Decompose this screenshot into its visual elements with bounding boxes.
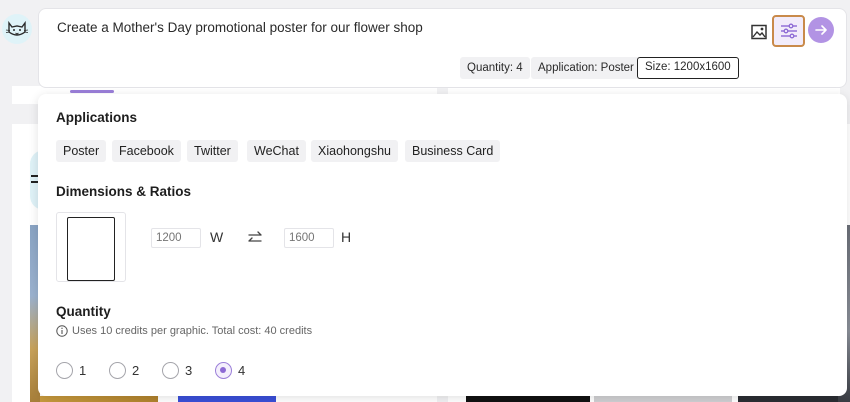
- width-label: W: [210, 229, 224, 245]
- quantity-chip[interactable]: Quantity: 4: [460, 57, 530, 79]
- image-icon[interactable]: [749, 22, 769, 42]
- quantity-radio-2[interactable]: 2: [109, 362, 139, 379]
- size-chip[interactable]: Size: 1200x1600: [637, 57, 739, 79]
- radio-button-selected[interactable]: [215, 362, 232, 379]
- application-option-xiaohongshu[interactable]: Xiaohongshu: [311, 140, 398, 162]
- ratio-preview[interactable]: [56, 212, 126, 282]
- quantity-radio-3[interactable]: 3: [162, 362, 192, 379]
- quantity-info-text: Uses 10 credits per graphic. Total cost:…: [72, 325, 313, 337]
- prompt-input[interactable]: Create a Mother's Day promotional poster…: [57, 20, 423, 35]
- radio-label: 1: [79, 363, 87, 378]
- application-option-twitter[interactable]: Twitter: [187, 140, 238, 162]
- quantity-radio-1[interactable]: 1: [56, 362, 86, 379]
- gallery-thumb[interactable]: [594, 396, 732, 402]
- radio-button[interactable]: [109, 362, 126, 379]
- active-tab-indicator: [70, 90, 114, 93]
- quantity-info: Uses 10 credits per graphic. Total cost:…: [56, 325, 312, 337]
- applications-title: Applications: [56, 110, 138, 125]
- gallery-thumb[interactable]: [738, 396, 838, 402]
- prompt-box[interactable]: Create a Mother's Day promotional poster…: [38, 8, 847, 88]
- settings-panel: Applications Poster Facebook Twitter WeC…: [38, 94, 847, 396]
- application-option-poster[interactable]: Poster: [56, 140, 107, 162]
- radio-label: 4: [238, 363, 246, 378]
- width-input[interactable]: [151, 228, 201, 248]
- quantity-title: Quantity: [56, 304, 111, 319]
- gallery-thumb[interactable]: [466, 396, 590, 402]
- dimensions-title: Dimensions & Ratios: [56, 184, 192, 199]
- quantity-radio-4[interactable]: 4: [215, 362, 245, 379]
- application-option-facebook[interactable]: Facebook: [112, 140, 181, 162]
- sliders-icon[interactable]: [772, 15, 805, 47]
- application-chip[interactable]: Application: Poster: [531, 57, 641, 79]
- cat-logo-icon: [2, 14, 32, 44]
- radio-button[interactable]: [56, 362, 73, 379]
- arrow-right-icon: [815, 25, 827, 35]
- gallery-thumb[interactable]: [40, 396, 158, 402]
- info-icon: [56, 325, 68, 337]
- swap-icon[interactable]: [247, 230, 263, 246]
- radio-button[interactable]: [162, 362, 179, 379]
- height-input[interactable]: [284, 228, 334, 248]
- height-label: H: [341, 229, 352, 245]
- radio-label: 3: [185, 363, 193, 378]
- ratio-preview-shape: [67, 217, 115, 281]
- application-option-wechat[interactable]: WeChat: [247, 140, 306, 162]
- radio-label: 2: [132, 363, 140, 378]
- gallery-thumb[interactable]: [178, 396, 276, 402]
- application-option-business-card[interactable]: Business Card: [405, 140, 501, 162]
- send-button[interactable]: [808, 17, 834, 43]
